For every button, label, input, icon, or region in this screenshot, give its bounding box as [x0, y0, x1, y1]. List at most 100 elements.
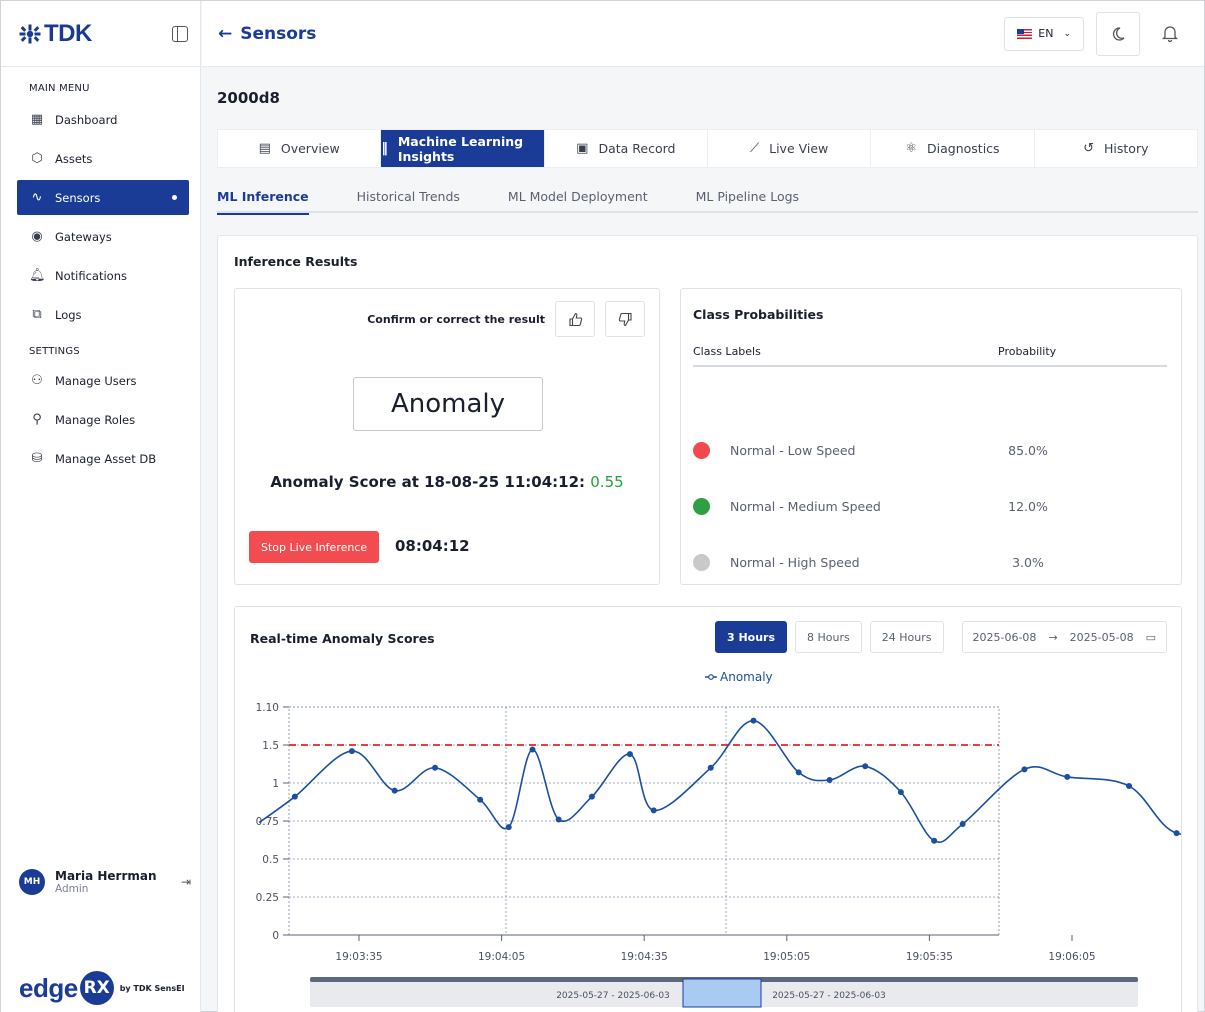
x-tick-label: 19:04:05 — [478, 951, 525, 963]
tab-machine-learning-insights[interactable]: ‖ Machine Learning Insights — [381, 130, 545, 167]
main-menu-heading: MAIN MENU — [29, 83, 90, 94]
anomaly-data-point — [555, 816, 562, 823]
probabilities-table-header: Class Labels Probability — [693, 345, 1167, 367]
x-tick-label: 19:06:05 — [1048, 951, 1095, 963]
anomaly-score: Anomaly Score at 18-08-25 11:04:12: 0.55 — [235, 473, 659, 491]
sidebar-item-assets[interactable]: ⬡ Assets — [17, 141, 189, 176]
anomaly-data-point — [897, 789, 904, 796]
class-probability: 12.0% — [1008, 498, 1048, 514]
language-value: EN — [1038, 27, 1054, 40]
sidebar-item-label: Notifications — [55, 268, 127, 283]
thumbs-down-icon — [618, 312, 632, 326]
inference-card: Confirm or correct the result Anomaly An… — [234, 288, 660, 585]
anomaly-data-point — [391, 787, 398, 794]
tab-data-record[interactable]: ▣ Data Record — [545, 130, 708, 167]
sidebar-item-manage-asset-db[interactable]: ⛁ Manage Asset DB — [17, 441, 189, 476]
class-probabilities-card: Class Probabilities Class Labels Probabi… — [680, 288, 1182, 585]
sidebar-item-sensors[interactable]: ∿ Sensors — [17, 180, 189, 215]
brush-left-label: 2025-05-27 - 2025-06-03 — [556, 991, 670, 1001]
top-header: ← Sensors EN ⌄ — [202, 1, 1204, 67]
y-tick-label: 1.10 — [256, 702, 279, 714]
anomaly-data-point — [795, 769, 802, 776]
user-profile: MH Maria Herrman Admin ⇥ — [19, 869, 191, 895]
tab-label: Machine Learning Insights — [397, 133, 524, 164]
y-tick-label: 1 — [272, 778, 279, 790]
main-tabs: ▤ Overview ‖ Machine Learning Insights ▣ Data… — [217, 129, 1198, 168]
x-tick-label: 19:05:05 — [763, 951, 810, 963]
anomaly-data-point — [1021, 766, 1028, 773]
chart-line-icon: ⟋ — [750, 141, 760, 156]
thumbs-down-button[interactable] — [605, 301, 645, 337]
notifications-button[interactable] — [1152, 12, 1188, 56]
history-icon: ↺ — [1083, 141, 1095, 156]
sidebar-item-manage-users[interactable]: ⚇ Manage Users — [17, 363, 189, 398]
probability-row: Normal - High Speed 3.0% — [693, 547, 1167, 577]
tab-live-view[interactable]: ⟋ Live View — [708, 130, 872, 167]
anomaly-data-point — [826, 776, 833, 783]
anomaly-data-point — [505, 824, 512, 831]
class-label: Normal - Medium Speed — [730, 498, 881, 514]
tdk-logo[interactable]: TDK — [19, 20, 92, 48]
probability-row: Normal - Low Speed 85.0% — [693, 435, 1167, 465]
subtab-ml-model-deployment[interactable]: ML Model Deployment — [508, 179, 648, 213]
anomaly-data-point — [432, 764, 439, 771]
avatar[interactable]: MH — [19, 869, 45, 895]
grid-icon: ▦ — [30, 112, 44, 127]
plot-frame — [288, 706, 1000, 936]
sidebar: TDK MAIN MENU ▦ Dashboard ⬡ Assets ∿ Sensors ◉… — [1, 1, 201, 1012]
tab-label: Live View — [769, 141, 829, 156]
sidebar-item-label: Manage Asset DB — [55, 451, 157, 466]
legend-swatch-marker — [708, 674, 714, 680]
rx-badge: RX — [79, 971, 114, 1005]
sidebar-item-gateways[interactable]: ◉ Gateways — [17, 219, 189, 254]
back-link-label: Sensors — [240, 23, 317, 44]
col-class-labels: Class Labels — [693, 345, 761, 358]
tab-label: History — [1104, 141, 1149, 156]
brush-right-label: 2025-05-27 - 2025-06-03 — [772, 991, 886, 1001]
sidebar-item-logs[interactable]: ⧉ Logs — [17, 297, 189, 332]
theme-toggle-button[interactable] — [1096, 11, 1140, 56]
sidebar-item-manage-roles[interactable]: ⚲ Manage Roles — [17, 402, 189, 437]
stop-live-inference-button[interactable]: Stop Live Inference — [249, 531, 380, 563]
settings-heading: SETTINGS — [29, 346, 80, 357]
inference-result: Anomaly — [353, 377, 543, 431]
pulse-icon: ∿ — [31, 190, 43, 205]
sidebar-item-label: Assets — [55, 151, 93, 166]
sidebar-item-label: Dashboard — [55, 112, 118, 127]
tab-diagnostics[interactable]: ⚛ Diagnostics — [871, 130, 1035, 167]
confirm-label: Confirm or correct the result — [367, 312, 545, 326]
sidebar-item-dashboard[interactable]: ▦ Dashboard — [17, 102, 189, 137]
users-icon: ⚇ — [31, 373, 43, 388]
sidebar-collapse-icon[interactable] — [172, 25, 188, 42]
anomaly-score-label: Anomaly Score at 18-08-25 11:04:12: — [270, 473, 586, 491]
user-role-icon: ⚲ — [32, 412, 42, 427]
back-link[interactable]: ← Sensors — [218, 24, 316, 44]
by-tdk-sensei: by TDK SensEI — [119, 983, 185, 993]
subtab-ml-inference[interactable]: ML Inference — [217, 179, 309, 215]
anomaly-data-point — [650, 807, 657, 814]
anomaly-data-point — [1126, 783, 1133, 790]
tab-overview[interactable]: ▤ Overview — [218, 130, 382, 167]
thumbs-up-button[interactable] — [555, 301, 595, 337]
logout-icon[interactable]: ⇥ — [181, 875, 191, 889]
user-name: Maria Herrman — [55, 869, 157, 883]
tab-history[interactable]: ↺ History — [1035, 130, 1197, 167]
y-tick-label: 0.5 — [262, 854, 279, 866]
subtab-ml-pipeline-logs[interactable]: ML Pipeline Logs — [696, 179, 799, 213]
cube-icon: ⬡ — [31, 151, 43, 166]
anomaly-data-point — [348, 748, 355, 755]
y-tick-label: 1.5 — [262, 740, 279, 752]
anomaly-data-point — [862, 763, 869, 770]
anomaly-data-point — [707, 764, 714, 771]
bell-icon: 🔔︎ — [29, 268, 46, 283]
sidebar-item-notifications[interactable]: 🔔︎ Notifications — [17, 258, 189, 293]
anomaly-data-point — [1064, 773, 1071, 780]
class-color-dot — [693, 441, 710, 459]
x-tick-label: 19:05:35 — [906, 951, 953, 963]
anomaly-scores-card: Real-time Anomaly Scores 3 Hours 8 Hours 2… — [234, 606, 1182, 1012]
x-tick-label: 19:04:35 — [621, 951, 668, 963]
anomaly-score-value: 0.55 — [590, 473, 624, 491]
subtab-historical-trends[interactable]: Historical Trends — [357, 179, 460, 213]
language-select[interactable]: EN ⌄ — [1004, 16, 1084, 51]
bell-icon — [1162, 26, 1178, 42]
